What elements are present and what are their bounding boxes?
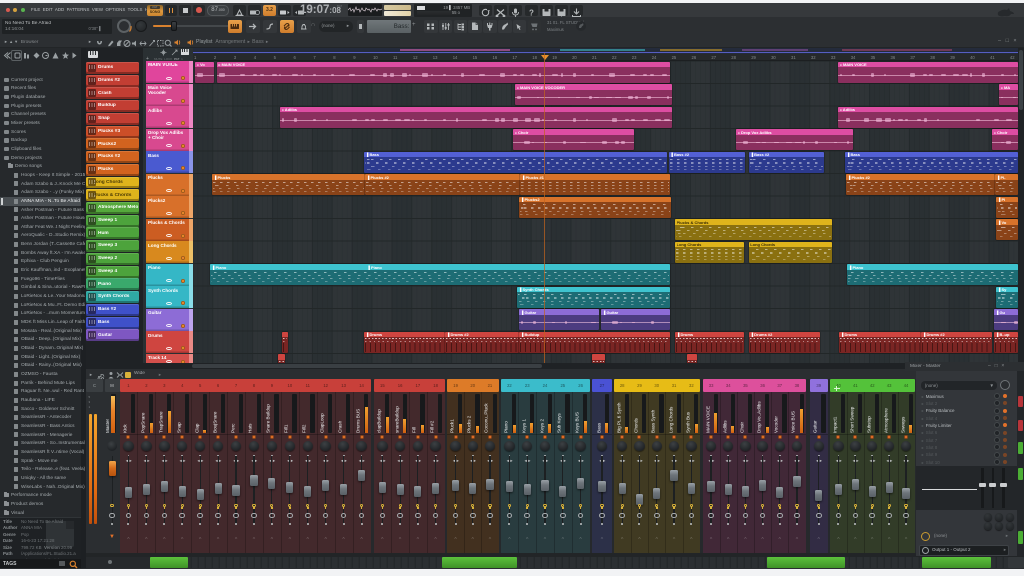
svg-text:TrapSnare: TrapSnare [158,411,163,433]
svg-text:Long Chords: Long Chords [668,406,673,433]
svg-text:Drop Vo..Adlibs: Drop Vo..Adlibs [757,401,762,433]
svg-text:Crash: Crash [338,420,343,433]
svg-text:Substop: Substop [866,416,871,433]
svg-text:Synth Bus: Synth Bus [685,411,690,433]
svg-text:Adlibs: Adlibs [722,420,727,433]
svg-text:Master: Master [105,418,110,433]
svg-text:Big PL.6 Synth: Big PL.6 Synth [616,402,621,433]
svg-text:snareBuildup: snareBuildup [394,406,399,433]
svg-text:Short Sweep: Short Sweep [849,406,854,433]
svg-text:Perc: Perc [230,423,235,433]
svg-text:Fill1: Fill1 [284,424,289,433]
svg-text:Coconu..Pluck: Coconu..Pluck [484,403,489,433]
svg-text:Snare Buildup: Snare Buildup [266,404,271,433]
svg-text:Bass Synth: Bass Synth [651,409,656,433]
svg-text:BoujSnare: BoujSnare [212,411,217,433]
svg-text:Vocoder: Vocoder [774,416,779,433]
svg-text:Kick: Kick [122,424,127,433]
svg-text:Snap: Snap [176,422,181,433]
svg-text:Guitar: Guitar [813,420,818,433]
svg-text:Hats: Hats [248,423,253,433]
svg-text:Keys BUS: Keys BUS [575,412,580,433]
svg-text:Plucks 2: Plucks 2 [467,415,472,433]
svg-text:Chords: Chords [633,417,638,433]
svg-text:Keys 2: Keys 2 [539,419,544,433]
svg-text:Drums BUS: Drums BUS [356,409,361,433]
svg-text:clapBuildup: clapBuildup [376,409,381,433]
svg-text:Impact1: Impact1 [832,416,837,433]
svg-text:Fill #2: Fill #2 [430,420,435,433]
svg-text:ClapLoop: ClapLoop [320,413,325,433]
svg-text:Keys 1: Keys 1 [521,419,526,433]
svg-text:PopSnare: PopSnare [140,412,145,433]
svg-text:?: ? [529,8,534,17]
svg-text:Atmosphere: Atmosphere [883,408,888,433]
svg-text:Fill: Fill [412,427,417,433]
svg-text:Clap: Clap [194,423,199,433]
svg-text:Sweeps: Sweeps [900,416,905,433]
svg-text:Bass: Bass [596,422,601,433]
svg-text:Sub Keys: Sub Keys [557,413,562,433]
svg-text:Voice BUS: Voice BUS [791,411,796,433]
svg-text:Pluck1: Pluck1 [450,419,455,433]
svg-text:Choir: Choir [739,422,744,433]
svg-text:Piano: Piano [503,421,508,433]
svg-text:MAIN VOICE: MAIN VOICE [705,406,710,433]
svg-text:Fill2: Fill2 [302,424,307,433]
